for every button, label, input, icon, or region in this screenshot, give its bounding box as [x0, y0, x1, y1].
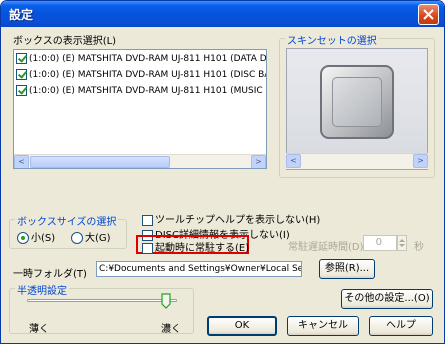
- skin-thumbnail[interactable]: [320, 65, 394, 139]
- resident-on-startup-label: 起動時に常駐する(E): [155, 243, 250, 254]
- scroll-right-button[interactable]: >: [251, 155, 266, 168]
- translucency-slider-track[interactable]: [27, 299, 177, 302]
- skin-scroll-left-button[interactable]: <: [286, 154, 301, 168]
- skinset-label: スキンセットの選択: [285, 32, 379, 47]
- size-small-label: 小(S): [31, 233, 56, 244]
- settings-dialog: 設定 ボックスの表示選択(L) (1:0:0) (E) MATSHITA DVD…: [0, 0, 445, 344]
- help-button[interactable]: ヘルプ: [369, 316, 433, 336]
- size-large-radio[interactable]: 大(G): [71, 229, 111, 244]
- temp-folder-label: 一時フォルダ(T): [13, 269, 87, 280]
- close-icon: [423, 9, 434, 20]
- list-item-label: (1:0:0) (E) MATSHITA DVD-RAM UJ-811 H101…: [29, 86, 267, 96]
- tooltip-help-option[interactable]: ツールチップヘルプを表示しない(H): [142, 211, 320, 226]
- translucency-min-label: 薄く: [29, 324, 49, 335]
- list-item[interactable]: (1:0:0) (E) MATSHITA DVD-RAM UJ-811 H101…: [16, 53, 267, 67]
- box-display-label: ボックスの表示選択(L): [13, 36, 117, 47]
- resident-delay-input[interactable]: 0: [363, 235, 397, 251]
- list-horizontal-scrollbar[interactable]: < >: [14, 154, 266, 168]
- resident-on-startup-option[interactable]: 起動時に常駐する(E): [142, 239, 249, 254]
- title-bar[interactable]: 設定: [1, 1, 444, 27]
- resident-delay-spinner[interactable]: [397, 235, 407, 251]
- radio-icon[interactable]: [71, 232, 83, 244]
- slider-thumb-icon[interactable]: [161, 293, 171, 309]
- radio-icon[interactable]: [17, 232, 29, 244]
- scroll-left-button[interactable]: <: [14, 155, 29, 168]
- skin-scroll-right-button[interactable]: >: [413, 154, 428, 168]
- item-checkbox[interactable]: [16, 53, 27, 64]
- other-settings-button[interactable]: その他の設定...(O): [341, 289, 433, 309]
- window-title: 設定: [9, 8, 34, 22]
- ok-button[interactable]: OK: [207, 316, 277, 336]
- spinner-arrows-icon: [399, 239, 405, 247]
- list-item-label: (1:0:0) (E) MATSHITA DVD-RAM UJ-811 H101…: [29, 54, 267, 64]
- size-small-radio[interactable]: 小(S): [17, 229, 55, 244]
- close-button[interactable]: [418, 4, 439, 25]
- browse-button[interactable]: 参照(R)...: [319, 259, 375, 279]
- cancel-button[interactable]: キャンセル: [287, 316, 359, 336]
- translucency-label: 半透明設定: [15, 282, 69, 297]
- list-item[interactable]: (1:0:0) (E) MATSHITA DVD-RAM UJ-811 H101…: [16, 85, 267, 99]
- skin-preview[interactable]: [286, 48, 428, 170]
- skin-thumbnail-face: [332, 77, 382, 127]
- scroll-thumb[interactable]: [30, 156, 170, 168]
- resident-on-startup-checkbox[interactable]: [142, 242, 153, 254]
- list-item[interactable]: (1:0:0) (E) MATSHITA DVD-RAM UJ-811 H101…: [16, 69, 267, 83]
- resident-delay-unit: 秒: [414, 242, 424, 253]
- translucency-max-label: 濃く: [161, 324, 181, 335]
- temp-folder-input[interactable]: C:¥Documents and Settings¥Owner¥Local Se…: [96, 261, 302, 277]
- box-size-label: ボックスサイズの選択: [15, 213, 119, 228]
- size-large-label: 大(G): [85, 233, 111, 244]
- box-display-list[interactable]: (1:0:0) (E) MATSHITA DVD-RAM UJ-811 H101…: [13, 49, 267, 169]
- resident-delay-label: 常駐遅延時間(D): [288, 242, 364, 253]
- list-item-label: (1:0:0) (E) MATSHITA DVD-RAM UJ-811 H101…: [29, 70, 267, 80]
- tooltip-help-checkbox[interactable]: [142, 214, 153, 226]
- skin-horizontal-scrollbar[interactable]: < >: [286, 153, 428, 169]
- item-checkbox[interactable]: [16, 69, 27, 80]
- tooltip-help-label: ツールチップヘルプを表示しない(H): [155, 215, 321, 226]
- item-checkbox[interactable]: [16, 85, 27, 96]
